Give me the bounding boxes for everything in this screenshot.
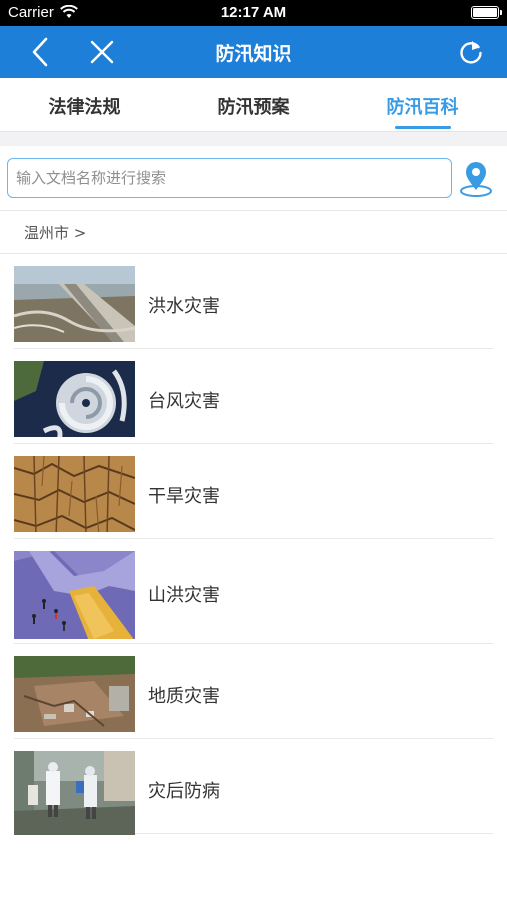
typhoon-satellite-photo xyxy=(14,361,135,437)
list-item-label: 地质灾害 xyxy=(148,686,220,707)
list-item-label: 台风灾害 xyxy=(148,391,220,412)
list-item-disease-prevention[interactable]: 灾后防病 xyxy=(14,739,493,835)
search-input[interactable] xyxy=(7,158,452,198)
breadcrumb-row: 温州市 > xyxy=(0,210,507,254)
list-item-flood[interactable]: 洪水灾害 xyxy=(14,254,493,349)
status-time: 12:17 AM xyxy=(220,4,287,21)
list-item-label: 洪水灾害 xyxy=(148,296,220,317)
page-title: 防汛知识 xyxy=(215,43,292,65)
section-divider xyxy=(0,132,507,146)
list-item-label: 山洪灾害 xyxy=(148,585,220,606)
tab-laws[interactable]: 法律法规 xyxy=(0,78,169,131)
drought-cracked-earth-photo xyxy=(14,456,135,532)
status-bar: Carrier 12:17 AM xyxy=(0,0,507,26)
battery-icon xyxy=(471,6,502,19)
location-button[interactable] xyxy=(458,160,494,198)
flash-flood-illustration xyxy=(14,551,135,639)
tab-label: 防汛预案 xyxy=(217,97,290,118)
list-item-label: 干旱灾害 xyxy=(148,486,220,507)
tab-plans[interactable]: 防汛预案 xyxy=(169,78,338,131)
active-tab-indicator xyxy=(394,126,451,129)
navigation-bar: 防汛知识 xyxy=(0,26,507,78)
tab-label: 防汛百科 xyxy=(386,97,459,118)
list-item-flash-flood[interactable]: 山洪灾害 xyxy=(14,539,493,644)
search-row xyxy=(0,146,507,210)
tab-label: 法律法规 xyxy=(48,97,121,118)
list-item-typhoon[interactable]: 台风灾害 xyxy=(14,349,493,444)
flood-photo xyxy=(14,266,135,342)
refresh-icon xyxy=(460,41,482,64)
list-item-drought[interactable]: 干旱灾害 xyxy=(14,444,493,539)
knowledge-list: 洪水灾害 台风灾害 干旱灾害 山洪灾害 地质灾害 灾后防病 xyxy=(0,254,507,835)
breadcrumb[interactable]: 温州市 > xyxy=(24,222,86,243)
landslide-photo xyxy=(14,656,135,732)
location-pin-icon xyxy=(460,162,492,197)
list-item-geological[interactable]: 地质灾害 xyxy=(14,644,493,739)
disinfection-workers-photo xyxy=(14,751,135,835)
tab-encyclopedia[interactable]: 防汛百科 xyxy=(338,78,507,131)
refresh-button[interactable] xyxy=(453,34,489,70)
tab-bar: 法律法规 防汛预案 防汛百科 xyxy=(0,78,507,132)
list-item-label: 灾后防病 xyxy=(148,781,220,802)
